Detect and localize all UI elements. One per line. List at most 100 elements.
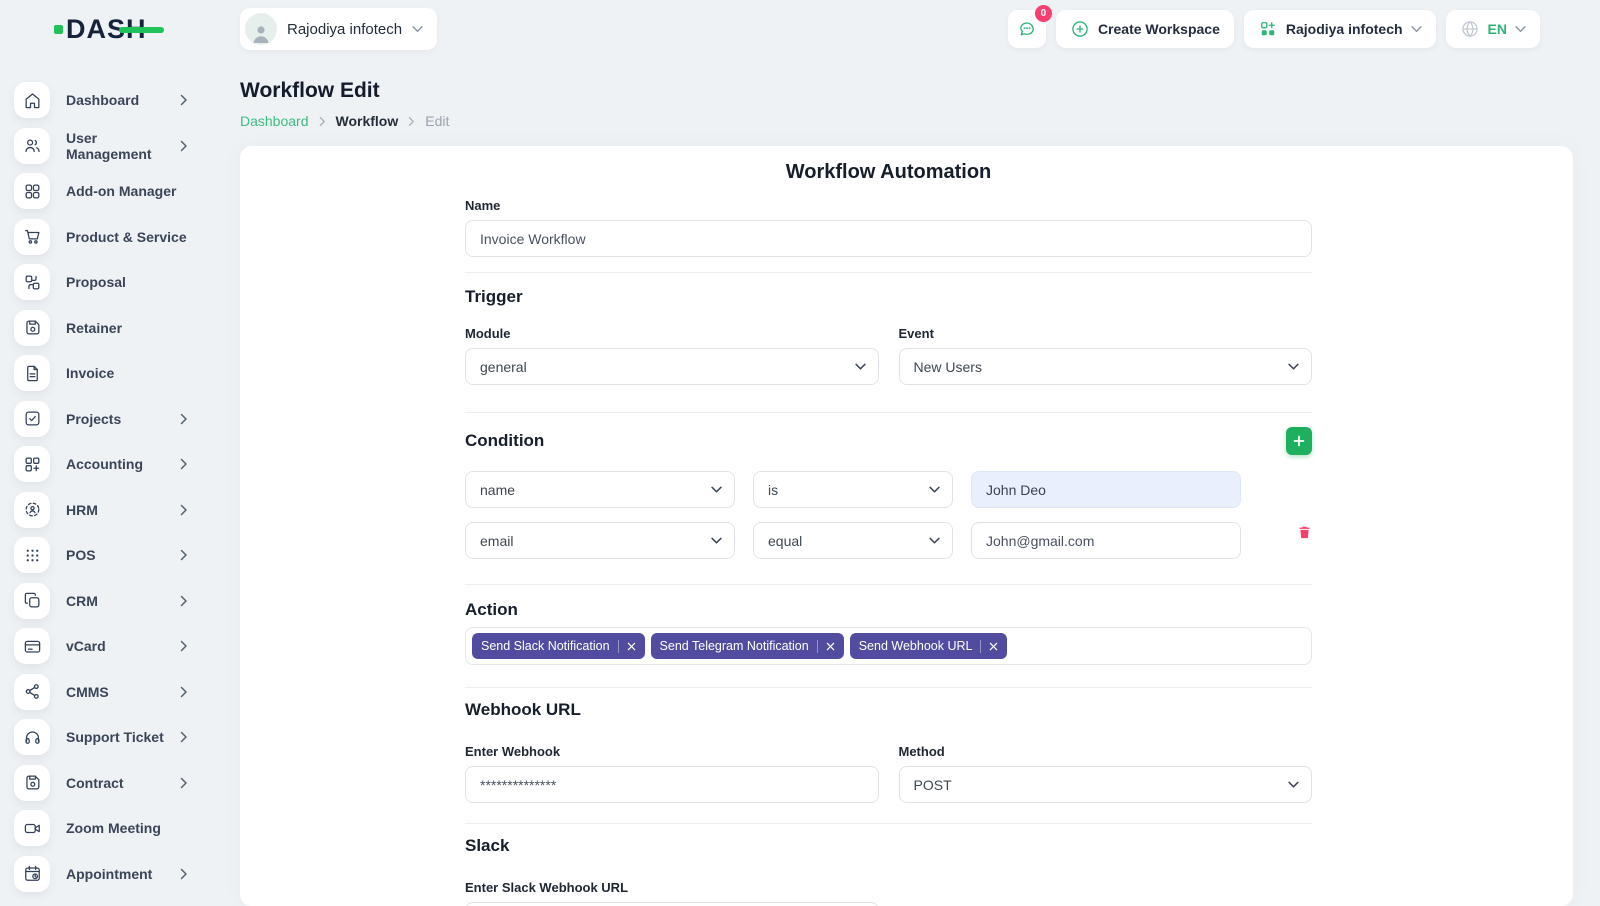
create-workspace-label: Create Workspace (1098, 21, 1220, 37)
sidebar-item-support-ticket[interactable]: Support Ticket (14, 719, 232, 755)
dots-grid-icon (14, 537, 50, 573)
delete-condition-button[interactable] (1297, 524, 1312, 540)
condition-operator-select[interactable]: equal (753, 522, 953, 559)
file-text-icon (14, 355, 50, 391)
section-divider (465, 584, 1312, 585)
module-label: Module (465, 326, 879, 342)
method-select[interactable]: POST (899, 766, 1313, 803)
slack-webhook-input[interactable] (465, 902, 879, 906)
slack-webhook-label: Enter Slack Webhook URL (465, 880, 879, 896)
language-selector[interactable]: EN (1446, 10, 1540, 48)
scan-user-icon (14, 492, 50, 528)
company-menu[interactable]: Rajodiya infotech (1244, 10, 1436, 48)
section-divider (465, 272, 1312, 273)
sidebar-item-zoom-meeting[interactable]: Zoom Meeting (14, 810, 232, 846)
sidebar-item-projects[interactable]: Projects (14, 401, 232, 437)
cart-icon (14, 219, 50, 255)
logo-area: DASH (0, 14, 232, 44)
sidebar-item-proposal[interactable]: Proposal (14, 264, 232, 300)
company-menu-label: Rajodiya infotech (1286, 21, 1403, 37)
create-workspace-button[interactable]: Create Workspace (1056, 10, 1234, 48)
condition-value-input[interactable] (971, 471, 1241, 508)
close-icon (989, 642, 998, 651)
grid-plus-icon (14, 446, 50, 482)
condition-field-select[interactable]: name (465, 471, 735, 508)
close-icon (627, 642, 636, 651)
person-icon (248, 21, 274, 45)
section-divider (465, 687, 1312, 688)
sidebar-item-add-on-manager[interactable]: Add-on Manager (14, 173, 232, 209)
condition-heading: Condition (465, 431, 544, 451)
condition-operator-select[interactable]: is (753, 471, 953, 508)
remove-tag-button[interactable] (627, 642, 636, 651)
chevron-down-icon (412, 26, 423, 33)
sidebar-item-retainer[interactable]: Retainer (14, 310, 232, 346)
sidebar-item-pos[interactable]: POS (14, 537, 232, 573)
sidebar-item-hrm[interactable]: HRM (14, 492, 232, 528)
sidebar-item-crm[interactable]: CRM (14, 583, 232, 619)
sidebar-item-appointment[interactable]: Appointment (14, 856, 232, 892)
event-select[interactable]: New Users (899, 348, 1313, 385)
condition-field-select[interactable]: email (465, 522, 735, 559)
action-tag: Send Slack Notification (472, 633, 645, 659)
plus-icon (1293, 435, 1305, 447)
chevron-right-icon (180, 504, 188, 516)
enter-webhook-label: Enter Webhook (465, 744, 879, 760)
action-tag: Send Webhook URL (850, 633, 1008, 659)
messages-button[interactable]: 0 (1008, 10, 1046, 48)
video-camera-icon (14, 810, 50, 846)
check-square-icon (14, 401, 50, 437)
sidebar-item-vcard[interactable]: vCard (14, 628, 232, 664)
action-heading: Action (465, 600, 1312, 620)
sidebar-item-contract[interactable]: Contract (14, 765, 232, 801)
sidebar-item-cmms[interactable]: CMMS (14, 674, 232, 710)
webhook-url-input[interactable] (465, 766, 879, 803)
chevron-right-icon (180, 777, 188, 789)
remove-tag-button[interactable] (989, 642, 998, 651)
close-icon (826, 642, 835, 651)
credit-card-icon (14, 628, 50, 664)
condition-value-input[interactable] (971, 522, 1241, 559)
grid-plus-icon (1258, 19, 1278, 39)
name-label: Name (465, 198, 1312, 214)
form-title: Workflow Automation (465, 160, 1312, 184)
messages-badge: 0 (1035, 5, 1052, 22)
share-nodes-icon (14, 674, 50, 710)
globe-icon (1460, 19, 1480, 39)
chevron-right-icon (180, 640, 188, 652)
chevron-down-icon (1411, 26, 1422, 33)
grid-icon (14, 173, 50, 209)
sidebar-item-accounting[interactable]: Accounting (14, 446, 232, 482)
chat-bubble-icon (1017, 19, 1037, 39)
workflow-name-input[interactable] (465, 220, 1312, 257)
module-select[interactable]: general (465, 348, 879, 385)
slack-heading: Slack (465, 836, 1312, 856)
breadcrumb-dashboard[interactable]: Dashboard (240, 111, 309, 131)
method-label: Method (899, 744, 1313, 760)
swap-boxes-icon (14, 264, 50, 300)
section-divider (465, 823, 1312, 824)
top-bar: DASH Rajodiya infotech 0 Cre (0, 0, 1600, 58)
chevron-right-icon (180, 731, 188, 743)
chevron-right-icon (180, 94, 188, 106)
avatar (245, 13, 277, 45)
users-icon (14, 128, 50, 164)
page-title: Workflow Edit (240, 78, 1573, 103)
sidebar-item-dashboard[interactable]: Dashboard (14, 82, 232, 118)
language-code: EN (1488, 21, 1507, 37)
action-tags-field[interactable]: Send Slack Notification Send Telegram No… (465, 627, 1312, 665)
main-content: Workflow Edit Dashboard Workflow Edit Wo… (232, 58, 1600, 900)
sidebar-item-product-service[interactable]: Product & Service (14, 219, 232, 255)
sidebar-item-invoice[interactable]: Invoice (14, 355, 232, 391)
sidebar-item-user-management[interactable]: User Management (14, 128, 232, 164)
copy-icon (14, 583, 50, 619)
app-logo[interactable]: DASH (54, 14, 147, 44)
add-condition-button[interactable] (1286, 427, 1312, 455)
calendar-clock-icon (14, 856, 50, 892)
breadcrumb-workflow[interactable]: Workflow (336, 111, 399, 131)
remove-tag-button[interactable] (826, 642, 835, 651)
save-icon (14, 310, 50, 346)
chevron-right-icon (180, 549, 188, 561)
workspace-switcher[interactable]: Rajodiya infotech (240, 8, 437, 50)
section-divider (465, 412, 1312, 413)
